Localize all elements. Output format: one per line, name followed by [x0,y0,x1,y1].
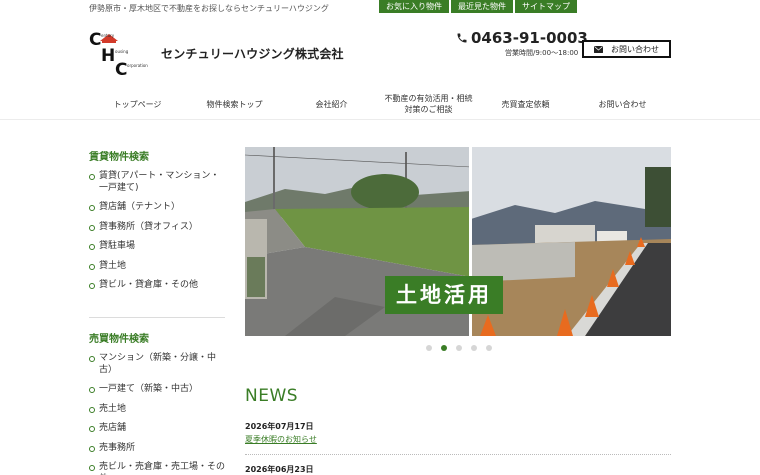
nav-sale-appraisal[interactable]: 売買査定依頼 [477,90,574,118]
sale-item-house[interactable]: 一戸建て（新築・中古） [89,384,225,396]
slider-dot-1[interactable] [426,345,432,351]
hero-slider[interactable]: 土地活用 [245,147,671,336]
slider-dot-3[interactable] [456,345,462,351]
news-item: 2026年06月23日 [245,464,671,475]
top-nav-sitemap[interactable]: サイトマップ [515,0,577,13]
circle-bullet-icon [89,465,95,471]
circle-bullet-icon [89,445,95,452]
logo-word-entury: entury [101,33,115,38]
contact-button-label: お問い合わせ [611,44,659,54]
rental-item-parking[interactable]: 貸駐車場 [89,241,225,253]
circle-bullet-icon [89,387,95,393]
nav-asset-consultation[interactable]: 不動産の有効活用・相続 対策のご相談 [380,90,477,118]
logo-word-ousing: ousing [115,49,129,54]
business-hours: 営業時間/9:00～18:00 [505,49,579,57]
sale-item-office[interactable]: 売事務所 [89,443,225,455]
logo-letter-h: H [101,46,115,66]
logo-word-orporation: orporation [127,63,148,68]
phone-icon [457,33,467,43]
rental-item-office[interactable]: 貸事務所（貸オフィス） [89,222,225,234]
slide-caption: 土地活用 [385,276,503,314]
news-heading: NEWS [245,386,299,406]
news-date: 2026年07月17日 [245,422,314,431]
news-divider [245,454,671,455]
top-nav-recently-viewed[interactable]: 最近見た物件 [451,0,513,13]
rental-item-store[interactable]: 貸店舗（テナント） [89,202,225,214]
nav-property-search[interactable]: 物件検索トップ [186,90,283,118]
circle-bullet-icon [89,356,95,362]
logo-letter-c1: C [89,30,101,50]
sale-item-land[interactable]: 売土地 [89,404,225,416]
rental-search-list: 賃貸(アパート・マンション・一戸建て) 貸店舗（テナント） 貸事務所（貸オフィス… [89,171,225,300]
slider-dot-4[interactable] [471,345,477,351]
rental-search-title: 賃貸物件検索 [89,152,149,163]
company-logo[interactable]: C H C entury ousing orporation [89,29,151,80]
rental-item-building-other[interactable]: 貸ビル・貸倉庫・その他 [89,280,225,292]
slider-dot-2[interactable] [441,345,447,351]
nav-asset-consultation-label: 不動産の有効活用・相続 対策のご相談 [384,94,473,114]
phone-number-text: 0463-91-0003 [471,29,588,47]
circle-bullet-icon [89,244,95,250]
phone-number: 0463-91-0003 [456,29,588,47]
logo-letter-c2: C [115,60,127,77]
nav-top-page[interactable]: トップページ [89,90,186,118]
sale-search-list: マンション（新築・分譲・中古） 一戸建て（新築・中古） 売土地 売店舗 売事務所… [89,353,225,475]
circle-bullet-icon [89,426,95,432]
sale-item-store[interactable]: 売店舗 [89,423,225,435]
circle-bullet-icon [89,283,95,289]
site-tagline: 伊勢原市・厚木地区で不動産をお探しならセンチュリーハウジング [89,4,329,13]
house-roof-logo: C H C entury ousing orporation [89,30,148,80]
circle-bullet-icon [89,263,95,270]
nav-contact[interactable]: お問い合わせ [574,90,671,118]
news-link[interactable]: 夏季休暇のお知らせ [245,434,671,445]
rental-item-residential[interactable]: 賃貸(アパート・マンション・一戸建て) [89,171,225,194]
sale-item-mansion[interactable]: マンション（新築・分譲・中古） [89,353,225,376]
circle-bullet-icon [89,224,95,231]
rental-item-land[interactable]: 貸土地 [89,261,225,273]
company-name: センチュリーハウジング株式会社 [161,47,344,61]
sidebar-divider [89,317,225,318]
slider-pagination [426,345,492,351]
circle-bullet-icon [89,406,95,413]
envelope-icon [594,45,603,53]
nav-divider [0,119,760,120]
slider-dot-5[interactable] [486,345,492,351]
nav-company-info[interactable]: 会社紹介 [283,90,380,118]
main-nav: トップページ 物件検索トップ 会社紹介 不動産の有効活用・相続 対策のご相談 売… [89,90,671,118]
contact-button[interactable]: お問い合わせ [582,40,671,58]
news-date: 2026年06月23日 [245,465,314,474]
news-item: 2026年07月17日 夏季休暇のお知らせ [245,421,671,445]
circle-bullet-icon [89,205,95,211]
sale-search-title: 売買物件検索 [89,334,149,345]
top-nav: お気に入り物件 最近見た物件 サイトマップ [379,0,577,13]
sale-item-building-other[interactable]: 売ビル・売倉庫・売工場・その他 [89,462,225,475]
top-nav-favorites[interactable]: お気に入り物件 [379,0,449,13]
circle-bullet-icon [89,174,95,180]
